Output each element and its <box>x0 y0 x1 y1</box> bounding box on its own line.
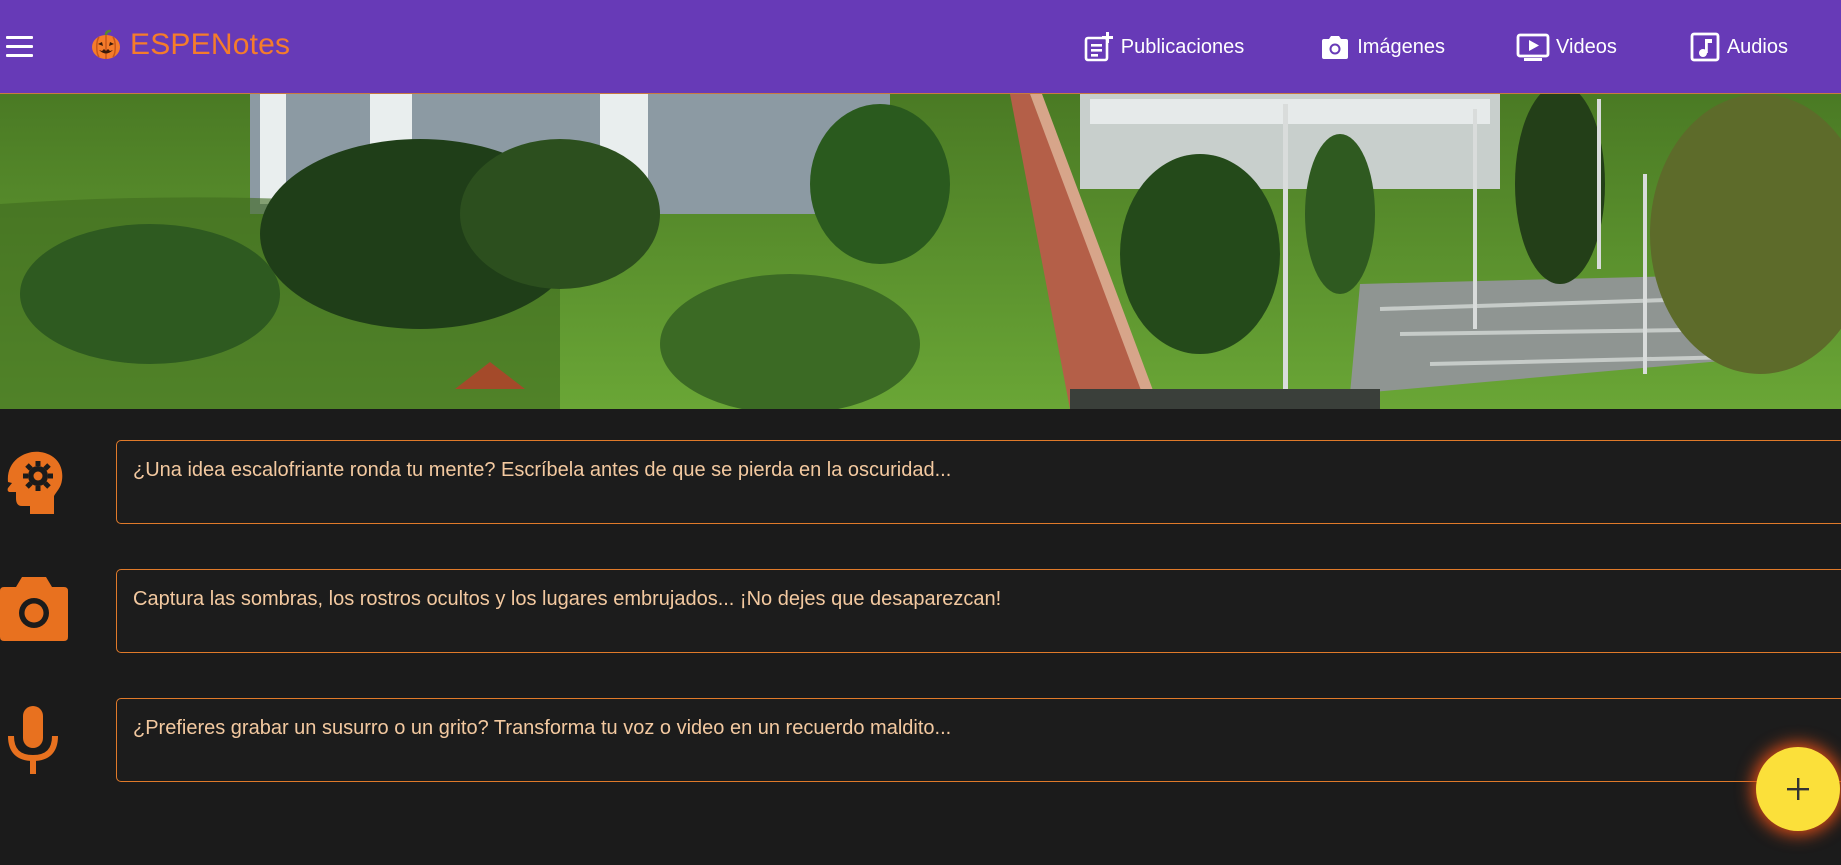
brand[interactable]: ESPENotes <box>90 28 290 62</box>
nav-label: Videos <box>1556 35 1617 58</box>
idea-input-placeholder: ¿Una idea escalofriante ronda tu mente? … <box>133 459 952 481</box>
video-icon <box>1516 33 1550 61</box>
camera-icon <box>1322 36 1349 59</box>
hamburger-menu-icon[interactable] <box>6 36 33 58</box>
idea-input[interactable]: ¿Una idea escalofriante ronda tu mente? … <box>116 440 1841 524</box>
nav-publicaciones[interactable]: Publicaciones <box>1083 31 1244 63</box>
camera-icon <box>0 577 68 641</box>
nav-label: Publicaciones <box>1120 35 1245 58</box>
campus-banner-image <box>0 94 1841 409</box>
audio-input-placeholder: ¿Prefieres grabar un susurro o un grito?… <box>133 717 952 739</box>
nav-label: Audios <box>1726 35 1788 58</box>
music-icon <box>1690 32 1720 62</box>
audio-input[interactable]: ¿Prefieres grabar un susurro o un grito?… <box>116 698 1841 782</box>
photo-input[interactable]: Captura las sombras, los rostros ocultos… <box>116 569 1841 653</box>
head-gear-icon <box>7 451 63 514</box>
prompt-row-photo: Captura las sombras, los rostros ocultos… <box>0 569 1841 653</box>
photo-input-placeholder: Captura las sombras, los rostros ocultos… <box>133 588 1002 610</box>
microphone-icon <box>8 706 58 774</box>
add-fab-button[interactable] <box>1756 747 1840 831</box>
main-nav: Publicaciones Imágenes Videos Audios <box>1083 0 1841 94</box>
nav-imagenes[interactable]: Imágenes <box>1319 31 1445 63</box>
nav-label: Imágenes <box>1357 35 1446 58</box>
nav-videos[interactable]: Videos <box>1516 31 1617 63</box>
prompt-row-idea: ¿Una idea escalofriante ronda tu mente? … <box>0 440 1841 524</box>
brand-title: ESPENotes <box>130 28 291 61</box>
publicaciones-icon <box>1084 32 1113 62</box>
plus-icon <box>1787 778 1809 800</box>
pumpkin-icon <box>92 29 120 59</box>
nav-audios[interactable]: Audios <box>1689 31 1788 63</box>
top-app-bar: ESPENotes Publicaciones Imágenes Videos … <box>0 0 1841 94</box>
prompt-row-audio: ¿Prefieres grabar un susurro o un grito?… <box>0 698 1841 782</box>
